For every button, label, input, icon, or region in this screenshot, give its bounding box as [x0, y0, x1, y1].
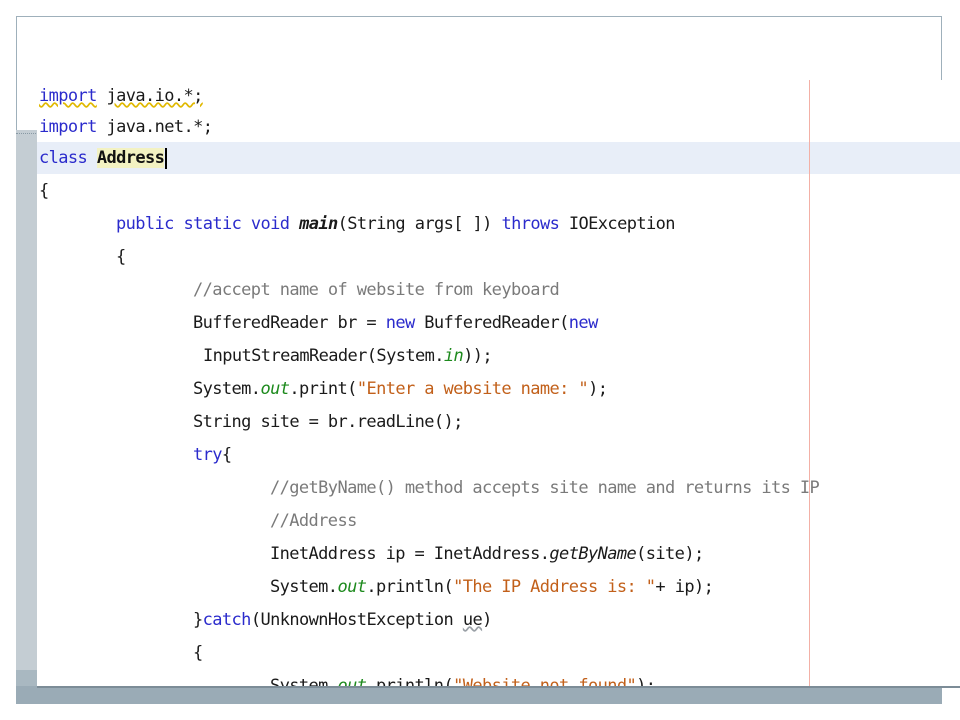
bottom-accent-bar	[16, 686, 942, 704]
code-token: new	[385, 313, 416, 333]
print-margin-line	[809, 80, 810, 686]
code-token: .println(	[366, 676, 454, 688]
code-token: getByName	[549, 544, 637, 564]
code-line: {	[193, 637, 203, 670]
code-token: throws	[501, 214, 560, 234]
code-line: {	[116, 241, 126, 274]
code-token: (site);	[636, 544, 704, 564]
code-token: )	[482, 610, 492, 630]
code-line: BufferedReader br = new BufferedReader(n…	[193, 307, 598, 340]
code-token: out	[337, 676, 367, 688]
text-caret	[165, 147, 168, 169]
code-token: InputStreamReader(System.	[203, 346, 444, 366]
code-line: try{	[193, 439, 232, 472]
code-line: class Address	[39, 142, 168, 175]
code-line: public static void main(String args[ ]) …	[116, 208, 675, 241]
code-token: .print(	[289, 379, 357, 399]
code-token: {	[193, 643, 203, 663]
code-token: import	[39, 86, 97, 106]
code-token: .println(	[366, 577, 454, 597]
code-line: {	[39, 175, 49, 208]
code-token: InetAddress ip = InetAddress.	[270, 544, 550, 564]
code-token: {	[116, 247, 126, 267]
code-token: IOException	[568, 214, 676, 234]
code-line: import java.net.*;	[39, 111, 213, 144]
code-token: + ip);	[655, 577, 714, 597]
code-editor[interactable]: import java.io.*; import java.net.*; cla…	[37, 80, 960, 688]
code-comment: //accept name of website from keyboard	[193, 280, 560, 300]
code-string: "Website not found"	[453, 676, 637, 688]
code-line: }catch(UnknownHostException ue)	[193, 604, 492, 637]
current-line-highlight	[37, 142, 960, 174]
code-line: //accept name of website from keyboard	[193, 274, 560, 307]
code-token: java.net.*;	[106, 117, 213, 137]
code-comment: //Address	[270, 511, 357, 531]
code-token: out	[260, 379, 290, 399]
code-token: catch	[202, 610, 252, 630]
code-token: {	[221, 445, 232, 465]
code-token: main	[299, 214, 338, 234]
code-token: String site = br.readLine();	[193, 412, 463, 432]
code-token: }	[193, 610, 203, 630]
code-line: System.out.print("Enter a website name: …	[193, 373, 608, 406]
code-line: import java.io.*;	[39, 80, 203, 113]
code-token: ue	[462, 610, 483, 630]
code-token: System.	[270, 577, 338, 597]
code-token: BufferedReader(	[424, 313, 569, 333]
code-line: System.out.println("The IP Address is: "…	[270, 571, 714, 604]
code-line: InetAddress ip = InetAddress.getByName(s…	[270, 538, 704, 571]
code-token: public static void	[116, 214, 290, 234]
code-token: java.io.*;	[106, 86, 203, 106]
code-comment: //getByName() method accepts site name a…	[270, 478, 820, 498]
code-token: try	[193, 445, 223, 465]
code-token: out	[337, 577, 367, 597]
code-token: (UnknownHostException	[250, 610, 454, 630]
code-token: System.	[270, 676, 338, 688]
code-token: {	[39, 181, 49, 201]
code-line: String site = br.readLine();	[193, 406, 463, 439]
code-token: BufferedReader br =	[193, 313, 377, 333]
code-token: );	[588, 379, 608, 399]
code-line: InputStreamReader(System.in));	[203, 340, 493, 373]
code-token: class	[39, 148, 88, 168]
code-token: (String args[ ])	[337, 214, 493, 234]
code-token: ));	[463, 346, 493, 366]
code-line: //Address	[270, 505, 357, 538]
code-token: );	[636, 676, 656, 688]
class-name-occurrence: Address	[96, 148, 165, 168]
code-line: //getByName() method accepts site name a…	[270, 472, 820, 505]
code-token: in	[443, 346, 464, 366]
code-line: System.out.println("Website not found");	[270, 670, 656, 688]
code-string: "Enter a website name: "	[356, 379, 589, 399]
code-string: "The IP Address is: "	[453, 577, 656, 597]
code-token: import	[39, 117, 97, 137]
code-token: new	[568, 313, 599, 333]
code-token: System.	[193, 379, 261, 399]
